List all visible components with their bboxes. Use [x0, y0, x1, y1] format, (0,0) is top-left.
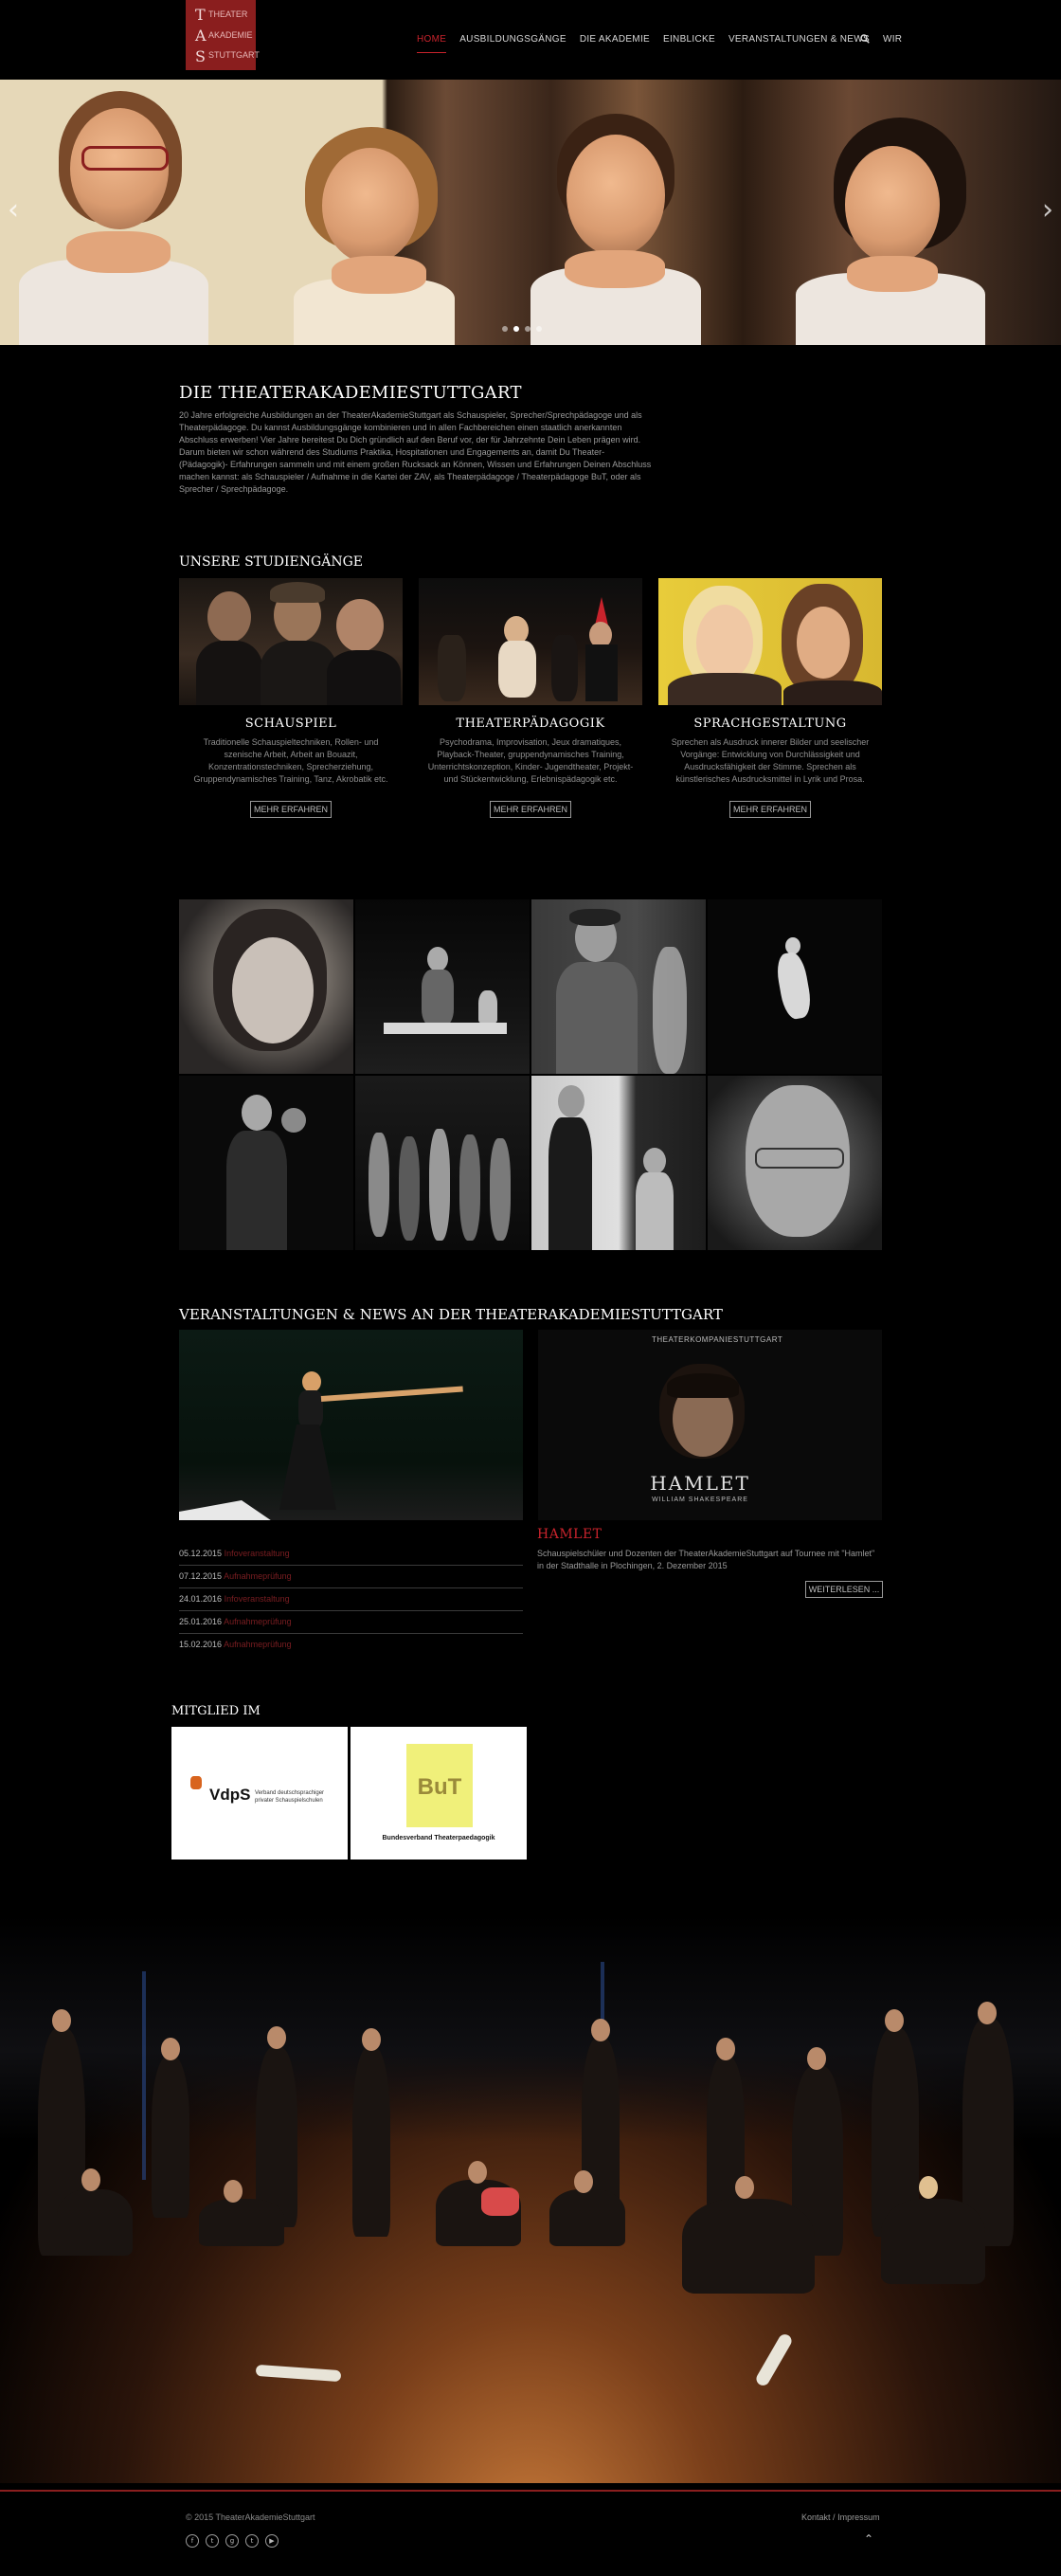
logo-word-stuttgart: STUTTGART: [208, 50, 260, 60]
mehr-erfahren-button[interactable]: MEHR ERFAHREN: [490, 801, 571, 818]
slider-dot[interactable]: [525, 326, 530, 332]
mehr-erfahren-button[interactable]: MEHR ERFAHREN: [729, 801, 811, 818]
course-name: SCHAUSPIEL: [244, 717, 337, 731]
event-kind[interactable]: Aufnahmeprüfung: [224, 1617, 292, 1626]
event-kind[interactable]: Infoveranstaltung: [225, 1549, 290, 1558]
poster-company: THEATERKOMPANIESTUTTGART: [652, 1335, 783, 1344]
hero-slider[interactable]: ‹ ›: [0, 80, 1061, 345]
logo-word-akademie: AKADEMIE: [208, 30, 253, 40]
course-card-schauspiel: SCHAUSPIEL Traditionelle Schauspieltechn…: [179, 578, 403, 818]
mehr-erfahren-button[interactable]: MEHR ERFAHREN: [250, 801, 332, 818]
vdps-caption: Verband deutschsprachiger privater Schaus…: [255, 1790, 325, 1804]
site-header: T THEATER A AKADEMIE S STUTTGART HOME AU…: [0, 0, 1061, 80]
event-row[interactable]: 15.02.2016 Aufnahmeprüfung: [179, 1634, 523, 1656]
studies-title: UNSERE STUDIENGÄNGE: [179, 554, 363, 570]
gallery-photo[interactable]: [179, 1076, 353, 1250]
event-row[interactable]: 05.12.2015 Infoveranstaltung: [179, 1543, 523, 1566]
event-date: 07.12.2015: [179, 1571, 223, 1581]
slider-prev-icon[interactable]: ‹: [8, 193, 19, 227]
course-image[interactable]: [658, 578, 882, 705]
slider-dot[interactable]: [513, 326, 519, 332]
footer-link-impressum[interactable]: Impressum: [837, 2513, 880, 2522]
events-title: VERANSTALTUNGEN & NEWS AN DER THEATERAKA…: [179, 1306, 723, 1323]
gallery-photo[interactable]: [179, 899, 353, 1074]
event-row[interactable]: 07.12.2015 Aufnahmeprüfung: [179, 1566, 523, 1588]
hero-slide-image: [0, 80, 1061, 345]
event-kind[interactable]: Aufnahmeprüfung: [224, 1640, 292, 1649]
nav-item-ausbildungsgaenge[interactable]: AUSBILDUNGSGÄNGE: [459, 34, 566, 53]
nav-item-home[interactable]: HOME: [417, 34, 447, 53]
gallery-photo[interactable]: [708, 899, 882, 1074]
vdps-logo[interactable]: VdpS Verband deutschsprachiger privater S…: [171, 1727, 348, 1859]
search-icon[interactable]: [860, 34, 870, 46]
event-date: 15.02.2016: [179, 1640, 223, 1649]
course-name: SPRACHGESTALTUNG: [693, 717, 847, 731]
logo-letter-s: S: [195, 47, 207, 65]
ensemble-photo: [0, 1914, 1061, 2483]
intro-text: 20 Jahre erfolgreiche Ausbildungen an de…: [179, 410, 652, 494]
event-photo[interactable]: [179, 1330, 523, 1520]
slider-dots: [502, 326, 542, 332]
event-date: 24.01.2016: [179, 1594, 223, 1604]
course-name: THEATERPÄDAGOGIK: [456, 717, 605, 731]
gallery-photo[interactable]: [708, 1076, 882, 1250]
course-image[interactable]: [179, 578, 403, 705]
footer-link-kontakt[interactable]: Kontakt: [801, 2513, 831, 2522]
slider-next-icon[interactable]: ›: [1042, 193, 1053, 227]
event-kind[interactable]: Infoveranstaltung: [225, 1594, 290, 1604]
featured-event-title[interactable]: HAMLET: [537, 1527, 602, 1542]
google-plus-icon[interactable]: g: [225, 2534, 239, 2548]
nav-item-wir[interactable]: WIR: [883, 34, 902, 53]
arrow-up-icon[interactable]: ⌃: [864, 2532, 873, 2546]
intro-title: DIE THEATERAKADEMIESTUTTGART: [179, 383, 522, 403]
copyright: © 2015 TheaterAkademieStuttgart: [186, 2513, 315, 2522]
logo-letter-a: A: [195, 27, 207, 45]
but-abbr: BuT: [417, 1774, 462, 1800]
logo[interactable]: T THEATER A AKADEMIE S STUTTGART: [186, 0, 260, 70]
youtube-icon[interactable]: ▶: [265, 2534, 279, 2548]
course-description: Sprechen als Ausdruck innerer Bilder und…: [671, 737, 870, 784]
members-title: MITGLIED IM: [171, 1704, 261, 1718]
poster-title: HAMLET: [650, 1472, 750, 1495]
gallery-photo[interactable]: [531, 899, 706, 1074]
but-caption: Bundesverband Theaterpaedagogik: [382, 1835, 495, 1841]
course-card-theaterpaedagogik: THEATERPÄDAGOGIK Psychodrama, Improvisat…: [419, 578, 642, 818]
slider-dot[interactable]: [502, 326, 508, 332]
nav-item-veranstaltungen-news[interactable]: VERANSTALTUNGEN & NEWS: [728, 34, 870, 53]
photo-gallery: [179, 899, 882, 1251]
main-nav: HOME AUSBILDUNGSGÄNGE DIE AKADEMIE EINBL…: [417, 34, 915, 53]
slider-dot[interactable]: [536, 326, 542, 332]
footer-divider: [0, 2490, 1061, 2492]
social-links: f t g t ▶: [186, 2534, 279, 2548]
logo-letter-t: T: [195, 6, 207, 24]
course-card-sprachgestaltung: SPRACHGESTALTUNG Sprechen als Ausdruck i…: [658, 578, 882, 818]
course-image[interactable]: [419, 578, 642, 705]
logo-word-theater: THEATER: [208, 9, 248, 19]
event-poster[interactable]: THEATERKOMPANIESTUTTGART HAMLET WILLIAM …: [538, 1330, 882, 1520]
tumblr-icon[interactable]: t: [245, 2534, 259, 2548]
vdps-abbr: VdpS: [209, 1786, 251, 1804]
event-kind[interactable]: Aufnahmeprüfung: [224, 1571, 292, 1581]
event-row[interactable]: 25.01.2016 Aufnahmeprüfung: [179, 1611, 523, 1634]
facebook-icon[interactable]: f: [186, 2534, 199, 2548]
poster-author: WILLIAM SHAKESPEARE: [652, 1497, 748, 1503]
course-description: Psychodrama, Improvisation, Jeux dramati…: [427, 737, 634, 784]
footer-link-separator: /: [833, 2513, 836, 2522]
course-description: Traditionelle Schauspieltechniken, Rolle…: [193, 737, 388, 784]
gallery-photo[interactable]: [531, 1076, 706, 1250]
nav-item-einblicke[interactable]: EINBLICKE: [663, 34, 715, 53]
events-list: 05.12.2015 Infoveranstaltung 07.12.2015 …: [179, 1543, 523, 1656]
footer-links: Kontakt / Impressum: [801, 2513, 880, 2522]
nav-item-die-akademie[interactable]: DIE AKADEMIE: [580, 34, 650, 53]
event-row[interactable]: 24.01.2016 Infoveranstaltung: [179, 1588, 523, 1611]
gallery-photo[interactable]: [355, 899, 530, 1074]
but-logo[interactable]: BuT Bundesverband Theaterpaedagogik: [351, 1727, 527, 1859]
twitter-icon[interactable]: t: [206, 2534, 219, 2548]
weiterlesen-button[interactable]: WEITERLESEN ...: [805, 1581, 883, 1598]
event-date: 05.12.2015: [179, 1549, 223, 1558]
featured-event-text: Schauspielschüler und Dozenten der Theat…: [537, 1549, 875, 1570]
event-date: 25.01.2016: [179, 1617, 223, 1626]
gallery-photo[interactable]: [355, 1076, 530, 1250]
